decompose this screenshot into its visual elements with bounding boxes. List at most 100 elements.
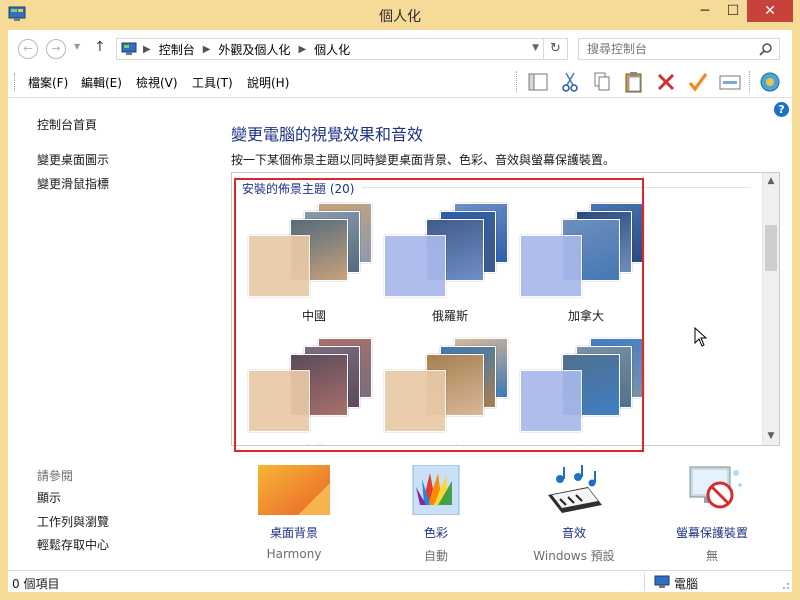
search-input[interactable]: [579, 39, 749, 59]
screen-saver-link[interactable]: 螢幕保護裝置: [652, 524, 772, 541]
desktop-background-link[interactable]: 桌面背景: [234, 524, 354, 541]
control-panel-home-link[interactable]: 控制台首頁: [37, 116, 97, 133]
breadcrumb-separator-icon[interactable]: ▶: [298, 44, 306, 55]
theme-label: 中國: [301, 309, 326, 323]
scrollbar-thumb[interactable]: [765, 225, 777, 271]
scroll-up-icon[interactable]: ▲: [763, 173, 779, 190]
theme-item-china[interactable]: 中國: [246, 201, 382, 331]
display-link[interactable]: 顯示: [37, 489, 61, 506]
themes-group-header[interactable]: 安裝的佈景主題 (20): [242, 180, 354, 197]
sound-setting[interactable]: 音效 Windows 預設: [514, 465, 634, 564]
properties-icon[interactable]: [717, 70, 743, 94]
breadcrumb-separator-icon[interactable]: ▶: [203, 44, 211, 55]
paste-icon[interactable]: [621, 70, 647, 94]
forward-button[interactable]: →: [46, 39, 66, 59]
theme-thumbnail: [382, 336, 518, 436]
recent-locations-chevron-icon[interactable]: ▼: [74, 42, 80, 51]
screen-saver-icon: [689, 466, 742, 509]
color-palette-icon: [412, 464, 460, 516]
color-swatch: [248, 370, 310, 432]
theme-item-canada[interactable]: 加拿大: [518, 201, 654, 331]
appearance-icon[interactable]: [757, 70, 783, 94]
menu-view[interactable]: 檢視(V): [136, 74, 178, 91]
up-button[interactable]: ↑: [94, 39, 106, 55]
address-history-chevron-icon[interactable]: ▼: [532, 43, 539, 53]
theme-item-taiwan[interactable]: 台灣: [518, 336, 654, 445]
personalization-window: 個人化 ─ ☐ ✕ ← → ▼ ↑ ▶ 控制台 ▶ 外觀及個人化 ▶ 個人化 ▼…: [0, 0, 800, 600]
change-desktop-icons-link[interactable]: 變更桌面圖示: [37, 151, 109, 168]
color-value: 自動: [423, 549, 448, 563]
item-count: 0 個項目: [12, 577, 60, 591]
search-icon[interactable]: [759, 42, 773, 56]
mouse-cursor-icon: [694, 327, 708, 347]
see-also-heading: 請參閱: [37, 469, 74, 483]
search-box[interactable]: [578, 38, 780, 60]
computer-icon: [654, 575, 670, 588]
help-icon[interactable]: ?: [774, 102, 789, 117]
theme-item-russia[interactable]: 俄羅斯: [382, 201, 518, 331]
themes-list[interactable]: 安裝的佈景主題 (20) 中國 俄羅斯 加拿大 南非 印度: [231, 172, 780, 446]
layout-pane-icon[interactable]: [525, 70, 551, 94]
theme-label: 俄羅斯: [431, 309, 468, 323]
theme-thumbnail: [518, 201, 654, 301]
page-title: 變更電腦的視覺效果和音效: [231, 125, 424, 144]
screen-saver-setting[interactable]: 螢幕保護裝置 無: [652, 465, 772, 564]
address-row: ← → ▼ ↑ ▶ 控制台 ▶ 外觀及個人化 ▶ 個人化 ▼ ↻: [8, 30, 792, 66]
color-swatch: [384, 370, 446, 432]
checkmark-icon[interactable]: [685, 70, 711, 94]
toolbar-separator: [516, 71, 517, 93]
minimize-button[interactable]: ─: [692, 0, 718, 22]
back-button[interactable]: ←: [18, 39, 38, 59]
address-bar[interactable]: ▶ 控制台 ▶ 外觀及個人化 ▶ 個人化 ▼ ↻: [116, 38, 568, 60]
menu-bar: 檔案(F) 編輯(E) 檢視(V) 工具(T) 說明(H): [8, 66, 792, 98]
desktop-background-value: Harmony: [266, 547, 322, 561]
themes-scrollbar[interactable]: ▲ ▼: [762, 173, 779, 445]
page-description: 按一下某個佈景主題以同時變更桌面背景、色彩、音效與螢幕保護裝置。: [231, 153, 616, 167]
theme-item-india[interactable]: 印度: [382, 336, 518, 445]
color-swatch: [384, 235, 446, 297]
color-swatch: [248, 235, 310, 297]
breadcrumb-appearance[interactable]: 外觀及個人化: [218, 41, 290, 58]
title-bar[interactable]: 個人化 ─ ☐ ✕: [0, 0, 800, 30]
ease-of-access-link[interactable]: 輕鬆存取中心: [37, 536, 109, 553]
menu-tools[interactable]: 工具(T): [192, 74, 233, 91]
desktop-background-setting[interactable]: 桌面背景 Harmony: [234, 465, 354, 561]
breadcrumb-control-panel[interactable]: 控制台: [159, 41, 195, 58]
maximize-button[interactable]: ☐: [720, 0, 746, 22]
color-setting[interactable]: 色彩 自動: [376, 464, 496, 564]
menu-file[interactable]: 檔案(F): [28, 74, 68, 91]
theme-label: 印度: [382, 442, 518, 445]
toolbar-separator: [749, 71, 750, 93]
color-swatch: [520, 370, 582, 432]
menu-edit[interactable]: 編輯(E): [81, 74, 122, 91]
refresh-button[interactable]: ↻: [543, 39, 567, 59]
change-mouse-pointers-link[interactable]: 變更滑鼠指標: [37, 175, 109, 192]
taskbar-navigation-link[interactable]: 工作列與瀏覽: [37, 513, 109, 530]
scroll-down-icon[interactable]: ▼: [763, 428, 779, 445]
group-divider: [362, 187, 751, 188]
cut-icon[interactable]: [557, 70, 583, 94]
status-location: 電腦: [674, 577, 699, 591]
desktop-background-thumbnail: [258, 465, 330, 515]
sound-link[interactable]: 音效: [514, 524, 634, 541]
copy-icon[interactable]: [589, 70, 615, 94]
window-title: 個人化: [379, 9, 421, 25]
breadcrumb-personalization[interactable]: 個人化: [314, 41, 350, 58]
theme-thumbnail: [518, 336, 654, 436]
sound-icon: [548, 465, 602, 513]
resize-grip-icon[interactable]: [780, 580, 790, 590]
status-bar: 0 個項目 電腦: [8, 570, 792, 592]
sound-value: Windows 預設: [533, 549, 615, 563]
theme-label: 南非: [246, 442, 382, 445]
theme-label: 台灣: [518, 442, 654, 445]
toolbar-grip[interactable]: [14, 73, 16, 91]
screen-saver-value: 無: [705, 549, 718, 563]
content-frame: ← → ▼ ↑ ▶ 控制台 ▶ 外觀及個人化 ▶ 個人化 ▼ ↻ 搜尋控制台 檔…: [8, 30, 792, 592]
menu-help[interactable]: 說明(H): [247, 74, 289, 91]
theme-label: 加拿大: [567, 309, 604, 323]
color-link[interactable]: 色彩: [376, 524, 496, 541]
theme-item-south-africa[interactable]: 南非: [246, 336, 382, 445]
delete-icon[interactable]: [653, 70, 679, 94]
close-button[interactable]: ✕: [747, 0, 793, 22]
breadcrumb-separator-icon[interactable]: ▶: [143, 44, 151, 55]
